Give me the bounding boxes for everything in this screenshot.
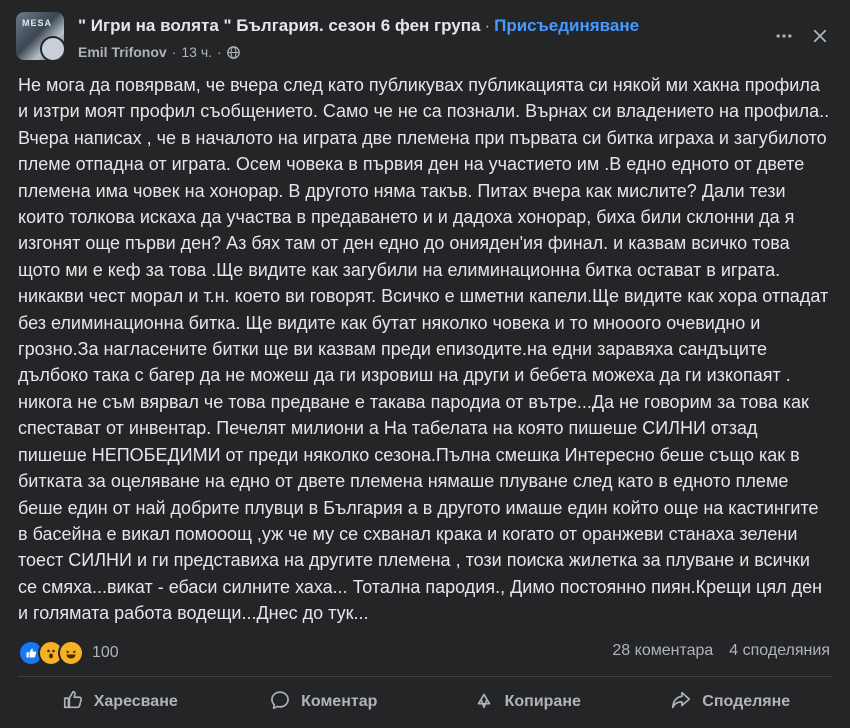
post-body: Не мога да повярвам, че вчера след като … xyxy=(18,72,830,627)
globe-icon xyxy=(226,45,240,59)
group-title-line: " Игри на волята " България. сезон 6 фен… xyxy=(78,16,639,36)
title-separator: · xyxy=(484,16,491,35)
post-stats: 100 28 коментара 4 споделяния xyxy=(18,638,830,666)
comment-icon xyxy=(269,689,291,716)
join-group-link[interactable]: Присъединяване xyxy=(494,16,639,35)
group-name-link[interactable]: " Игри на волята " България. сезон 6 фен… xyxy=(78,16,480,35)
meta-separator: · xyxy=(171,44,177,60)
share-label: Споделяне xyxy=(702,693,791,710)
copy-label: Копиране xyxy=(504,693,581,710)
post-actions-bar: Харесване Коментар Копиране Споделяне xyxy=(18,681,832,723)
copy-icon xyxy=(473,689,495,716)
like-label: Харесване xyxy=(93,693,178,710)
comment-button[interactable]: Коментар xyxy=(222,681,426,723)
reaction-count: 100 xyxy=(92,644,119,661)
group-avatar[interactable]: MESA xyxy=(16,12,64,60)
more-icon xyxy=(774,26,794,51)
close-post-button[interactable] xyxy=(806,24,834,52)
meta-separator-2: · xyxy=(217,44,222,60)
copy-button[interactable]: Копиране xyxy=(425,681,629,723)
avatar-label: MESA xyxy=(22,18,53,28)
post-header: MESA " Игри на волята " България. сезон … xyxy=(16,8,834,66)
haha-reaction-icon xyxy=(58,640,84,666)
comments-count-link[interactable]: 28 коментара xyxy=(612,642,713,660)
shares-count-link[interactable]: 4 споделяния xyxy=(729,642,830,660)
share-button[interactable]: Споделяне xyxy=(629,681,833,723)
author-name-link[interactable]: Emil Trifonov xyxy=(78,44,167,60)
like-button[interactable]: Харесване xyxy=(18,681,222,723)
actions-divider xyxy=(18,676,832,677)
thumbs-up-icon xyxy=(62,689,84,716)
author-avatar[interactable] xyxy=(40,36,64,60)
post-meta: Emil Trifonov · 13 ч. · xyxy=(78,44,240,60)
more-options-button[interactable] xyxy=(770,24,798,52)
engagement-stats: 28 коментара 4 споделяния xyxy=(612,642,830,660)
reactions-summary[interactable]: 100 xyxy=(18,640,119,666)
comment-label: Коментар xyxy=(301,693,378,710)
post-text: Не мога да повярвам, че вчера след като … xyxy=(18,75,830,624)
close-icon xyxy=(811,27,829,50)
post-timestamp[interactable]: 13 ч. xyxy=(181,44,212,60)
share-icon xyxy=(670,689,692,716)
